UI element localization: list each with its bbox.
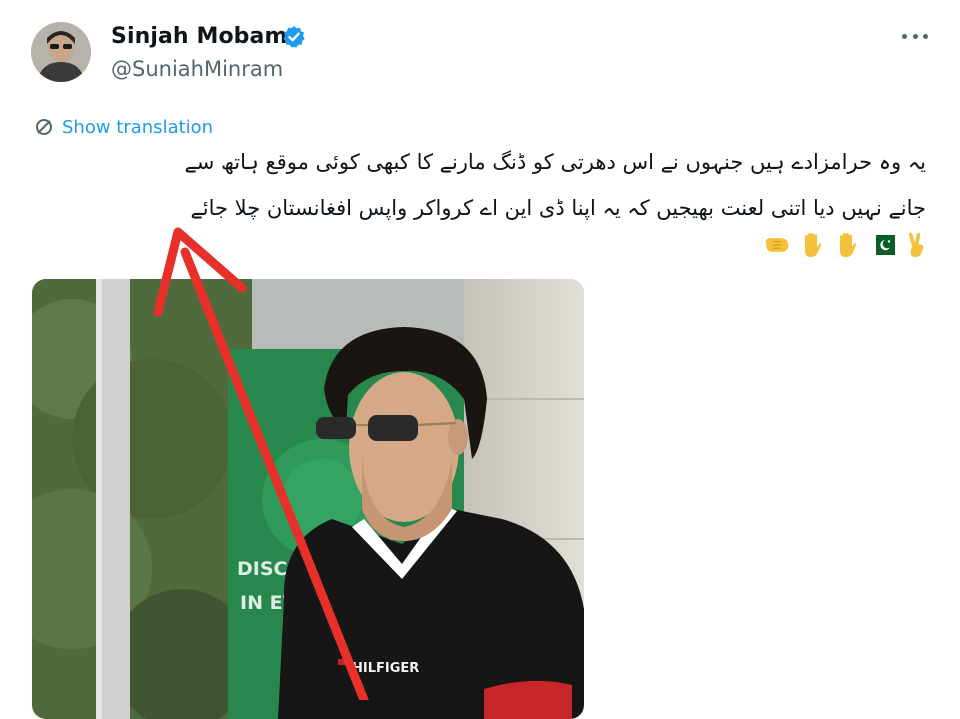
show-translation-label: Show translation: [62, 116, 214, 138]
display-name[interactable]: Sinjah Mobam: [111, 24, 287, 49]
raised-hand-emoji-icon: [834, 232, 860, 258]
fist-emoji-icon: [764, 232, 790, 258]
shirt-brand-text: HILFIGER: [352, 661, 419, 676]
pakistan-flag-icon: [869, 232, 895, 258]
victory-hand-emoji-icon: [904, 232, 930, 258]
translate-icon: [36, 119, 52, 135]
show-translation-link[interactable]: Show translation: [34, 115, 213, 139]
emoji-row: [764, 232, 930, 258]
user-handle[interactable]: @SuniahMinram: [111, 57, 283, 81]
verified-badge-icon: [282, 25, 306, 49]
tweet-media-image[interactable]: DISCOVER IN EVER HILFIGER: [32, 279, 584, 719]
tweet-text-line-1: یہ وہ حرامزادے ہیں جنہوں نے اس دھرتی کو …: [184, 150, 926, 174]
avatar[interactable]: [31, 22, 91, 82]
more-options-icon[interactable]: [898, 24, 932, 48]
raised-hand-emoji-icon: [799, 232, 825, 258]
tweet-text-line-2: جانے نہیں دیا اتنی لعنت بھیجیں کہ یہ اپن…: [190, 196, 926, 220]
